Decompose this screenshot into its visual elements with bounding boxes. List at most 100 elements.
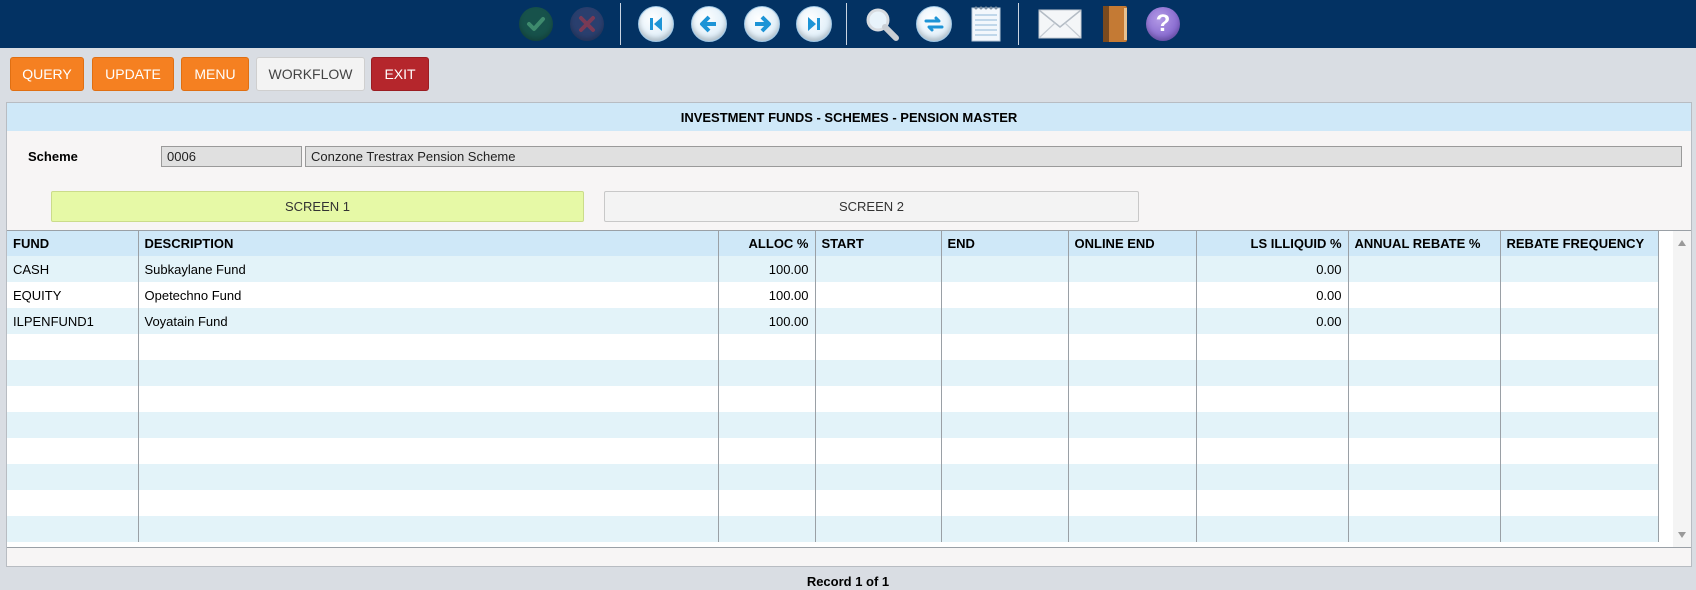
search-icon[interactable] — [862, 4, 902, 44]
empty-cell[interactable] — [1196, 464, 1349, 490]
empty-cell[interactable] — [941, 386, 1069, 412]
empty-cell[interactable] — [1500, 360, 1659, 386]
column-header-alloc[interactable]: ALLOC % — [718, 231, 816, 256]
empty-cell[interactable] — [7, 464, 139, 490]
empty-cell[interactable] — [1196, 490, 1349, 516]
empty-cell[interactable] — [1196, 334, 1349, 360]
scheme-code-field[interactable]: 0006 — [161, 146, 302, 167]
cell-alloc[interactable]: 100.00 — [718, 308, 816, 334]
empty-cell[interactable] — [815, 438, 942, 464]
empty-cell[interactable] — [1500, 464, 1659, 490]
column-header-rebate-frequency[interactable]: REBATE FREQUENCY — [1500, 231, 1659, 256]
workflow-button[interactable]: WORKFLOW — [256, 57, 365, 91]
empty-cell[interactable] — [138, 438, 719, 464]
empty-cell[interactable] — [815, 490, 942, 516]
menu-button[interactable]: MENU — [181, 57, 249, 91]
notepad-icon[interactable] — [966, 4, 1006, 44]
empty-cell[interactable] — [1196, 438, 1349, 464]
empty-cell[interactable] — [1068, 334, 1197, 360]
column-header-description[interactable]: DESCRIPTION — [138, 231, 719, 256]
empty-cell[interactable] — [7, 386, 139, 412]
empty-cell[interactable] — [1068, 464, 1197, 490]
cell-annual-rebate[interactable] — [1348, 256, 1501, 282]
empty-cell[interactable] — [718, 334, 816, 360]
cancel-icon[interactable] — [567, 4, 607, 44]
cell-end[interactable] — [941, 256, 1069, 282]
empty-cell[interactable] — [941, 438, 1069, 464]
column-header-annual-rebate[interactable]: ANNUAL REBATE % — [1348, 231, 1501, 256]
empty-table-row[interactable] — [7, 516, 1659, 542]
next-record-icon[interactable] — [742, 4, 782, 44]
empty-cell[interactable] — [1348, 360, 1501, 386]
cell-end[interactable] — [941, 282, 1069, 308]
empty-cell[interactable] — [1068, 386, 1197, 412]
empty-table-row[interactable] — [7, 334, 1659, 360]
cell-ls-illiquid[interactable]: 0.00 — [1196, 282, 1349, 308]
exit-button[interactable]: EXIT — [371, 57, 429, 91]
cell-start[interactable] — [815, 256, 942, 282]
empty-cell[interactable] — [1500, 438, 1659, 464]
empty-cell[interactable] — [138, 334, 719, 360]
refresh-icon[interactable] — [914, 4, 954, 44]
cell-end[interactable] — [941, 308, 1069, 334]
table-row[interactable]: CASH Subkaylane Fund 100.00 0.00 — [7, 256, 1659, 282]
empty-cell[interactable] — [941, 334, 1069, 360]
cell-description[interactable]: Opetechno Fund — [138, 282, 719, 308]
empty-table-row[interactable] — [7, 464, 1659, 490]
empty-cell[interactable] — [1500, 490, 1659, 516]
empty-cell[interactable] — [7, 438, 139, 464]
empty-cell[interactable] — [718, 490, 816, 516]
empty-cell[interactable] — [1500, 516, 1659, 542]
empty-cell[interactable] — [1348, 438, 1501, 464]
cell-annual-rebate[interactable] — [1348, 282, 1501, 308]
empty-cell[interactable] — [718, 516, 816, 542]
empty-cell[interactable] — [941, 516, 1069, 542]
cell-alloc[interactable]: 100.00 — [718, 256, 816, 282]
cell-start[interactable] — [815, 308, 942, 334]
cell-ls-illiquid[interactable]: 0.00 — [1196, 256, 1349, 282]
cell-alloc[interactable]: 100.00 — [718, 282, 816, 308]
empty-cell[interactable] — [138, 516, 719, 542]
book-icon[interactable] — [1094, 4, 1134, 44]
cell-rebate-frequency[interactable] — [1500, 282, 1659, 308]
empty-cell[interactable] — [138, 412, 719, 438]
cell-description[interactable]: Subkaylane Fund — [138, 256, 719, 282]
update-button[interactable]: UPDATE — [92, 57, 174, 91]
empty-cell[interactable] — [1068, 438, 1197, 464]
empty-cell[interactable] — [941, 412, 1069, 438]
empty-cell[interactable] — [7, 334, 139, 360]
empty-cell[interactable] — [718, 386, 816, 412]
empty-cell[interactable] — [718, 464, 816, 490]
empty-cell[interactable] — [1500, 386, 1659, 412]
empty-cell[interactable] — [718, 438, 816, 464]
empty-cell[interactable] — [718, 412, 816, 438]
empty-table-row[interactable] — [7, 412, 1659, 438]
column-header-fund[interactable]: FUND — [7, 231, 139, 256]
empty-cell[interactable] — [815, 464, 942, 490]
empty-cell[interactable] — [7, 412, 139, 438]
empty-cell[interactable] — [815, 412, 942, 438]
cell-fund[interactable]: ILPENFUND1 — [7, 308, 139, 334]
scroll-up-icon[interactable] — [1678, 240, 1686, 246]
empty-table-row[interactable] — [7, 386, 1659, 412]
empty-cell[interactable] — [7, 490, 139, 516]
column-header-ls-illiquid[interactable]: LS ILLIQUID % — [1196, 231, 1349, 256]
empty-cell[interactable] — [1348, 386, 1501, 412]
table-row[interactable]: ILPENFUND1 Voyatain Fund 100.00 0.00 — [7, 308, 1659, 334]
empty-cell[interactable] — [7, 516, 139, 542]
empty-cell[interactable] — [7, 360, 139, 386]
empty-table-row[interactable] — [7, 438, 1659, 464]
empty-cell[interactable] — [1196, 360, 1349, 386]
empty-cell[interactable] — [1348, 516, 1501, 542]
first-record-icon[interactable] — [636, 4, 676, 44]
empty-cell[interactable] — [1348, 334, 1501, 360]
cell-annual-rebate[interactable] — [1348, 308, 1501, 334]
empty-cell[interactable] — [1500, 412, 1659, 438]
empty-cell[interactable] — [941, 360, 1069, 386]
scroll-down-icon[interactable] — [1678, 532, 1686, 538]
empty-cell[interactable] — [941, 490, 1069, 516]
empty-table-row[interactable] — [7, 360, 1659, 386]
cell-fund[interactable]: CASH — [7, 256, 139, 282]
grid-scrollbar[interactable] — [1673, 231, 1691, 547]
last-record-icon[interactable] — [794, 4, 834, 44]
